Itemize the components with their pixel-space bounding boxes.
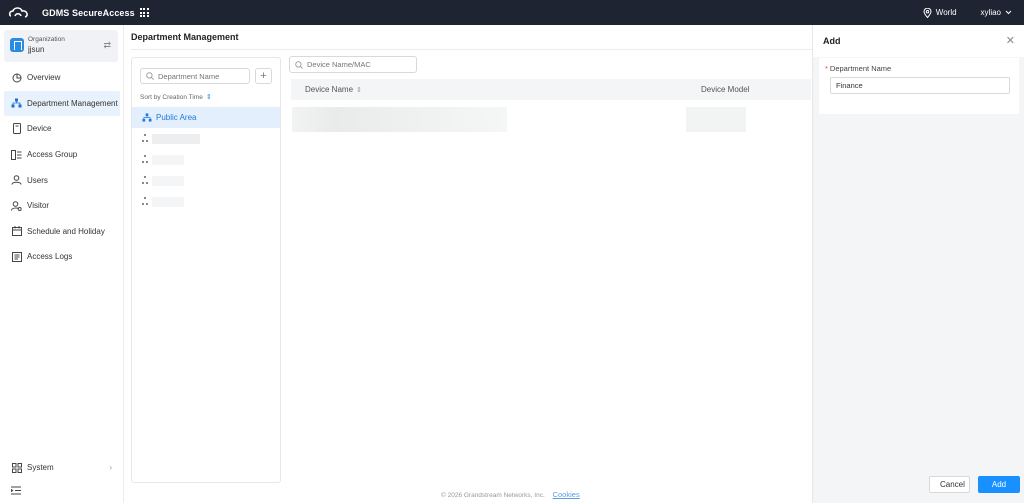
sidebar-item-visitor[interactable]: Visitor <box>0 193 124 219</box>
sidebar-item-department-management[interactable]: Department Management <box>4 90 120 117</box>
column-device-name[interactable]: Device Name ⇕ <box>305 85 362 94</box>
cancel-button[interactable]: Cancel <box>929 476 970 493</box>
system-grid-icon <box>11 462 22 473</box>
sidebar-item-access-logs[interactable]: Access Logs <box>0 244 124 270</box>
redacted-department-name <box>152 154 184 165</box>
add-department-drawer: Add ✕ *Department Name Cancel Add <box>812 25 1024 503</box>
access-group-icon <box>11 149 22 160</box>
users-icon <box>11 175 22 186</box>
organization-switcher[interactable]: Organization jjsun ⇄ <box>4 30 118 62</box>
chevron-down-icon <box>1005 10 1012 15</box>
logo-icon <box>8 6 28 18</box>
department-form: * Department Name <box>819 58 1019 114</box>
chevron-right-icon: › <box>109 463 112 473</box>
sidebar-item-users[interactable]: Users <box>0 167 124 193</box>
tree-item[interactable] <box>132 128 280 149</box>
region-label: World <box>935 8 957 17</box>
sidebar-item-label: Visitor <box>27 201 50 211</box>
column-device-model: Device Model <box>701 85 750 94</box>
sidebar-item-device[interactable]: Device <box>0 116 124 142</box>
tree-item[interactable] <box>132 170 280 191</box>
department-search-input[interactable] <box>158 71 248 81</box>
sort-control[interactable]: Sort by Creation Time ⇕ <box>140 93 212 102</box>
search-icon <box>295 60 303 69</box>
org-tree-icon <box>142 155 148 164</box>
organization-label: Organization <box>28 36 65 43</box>
page-title: Department Management <box>131 32 239 42</box>
collapse-sidebar-icon[interactable] <box>11 486 21 497</box>
drawer-footer: Cancel Add <box>813 466 1024 503</box>
device-icon <box>11 123 22 135</box>
tree-item[interactable] <box>132 191 280 212</box>
sidebar: Organization jjsun ⇄ Overview Department… <box>0 25 124 503</box>
calendar-icon <box>11 226 22 237</box>
redacted-device-name <box>292 107 507 132</box>
sidebar-item-label: Users <box>27 175 48 185</box>
sidebar-item-label: Device <box>27 124 52 134</box>
column-label: Device Name <box>305 85 354 94</box>
org-tree-icon <box>11 98 22 109</box>
tree-item-public-area[interactable]: Public Area <box>132 107 280 128</box>
copyright-text: © 2026 Grandstream Networks, Inc. <box>441 492 545 499</box>
sidebar-item-label: Department Management <box>27 98 118 108</box>
org-tree-icon <box>142 134 148 143</box>
sidebar-item-label: Schedule and Holiday <box>27 226 105 236</box>
logs-icon <box>11 251 22 262</box>
tree-item[interactable] <box>132 149 280 170</box>
chart-pie-icon <box>11 72 22 83</box>
region-selector[interactable]: World <box>923 7 957 18</box>
sidebar-item-schedule-and-holiday[interactable]: Schedule and Holiday <box>0 219 124 245</box>
search-icon <box>146 72 154 80</box>
apps-grid-icon[interactable] <box>139 8 149 17</box>
sidebar-item-label: Overview <box>27 73 61 83</box>
organization-name: jjsun <box>28 45 45 54</box>
sidebar-item-system[interactable]: System › <box>0 455 124 481</box>
org-tree-icon <box>142 197 148 206</box>
sidebar-item-access-group[interactable]: Access Group <box>0 142 124 168</box>
sort-arrows-icon: ⇕ <box>205 94 212 101</box>
sidebar-item-label: Access Group <box>27 150 78 160</box>
app-title: GDMS SecureAccess <box>42 7 135 18</box>
add-department-button[interactable]: + <box>255 68 272 84</box>
sidebar-nav: Overview Department Management Device Ac… <box>0 65 124 270</box>
drawer-header: Add ✕ <box>813 25 1024 57</box>
department-search[interactable] <box>140 68 250 84</box>
department-name-field[interactable] <box>830 77 1010 94</box>
sidebar-item-overview[interactable]: Overview <box>0 65 124 91</box>
sidebar-item-label: System <box>27 463 54 473</box>
redacted-department-name <box>152 133 200 144</box>
org-tree-icon <box>142 176 148 185</box>
sort-icon: ⇕ <box>356 86 362 94</box>
location-pin-icon <box>923 7 932 18</box>
department-name-label: * Department Name <box>825 64 891 73</box>
page-footer: © 2026 Grandstream Networks, Inc. Cookie… <box>441 490 580 499</box>
sort-label: Sort by Creation Time <box>140 93 203 101</box>
close-icon[interactable]: ✕ <box>1006 34 1015 47</box>
field-label-text: Department Name <box>829 64 892 73</box>
redacted-department-name <box>152 175 184 186</box>
redacted-device-model <box>686 107 746 132</box>
tree-item-label: Public Area <box>156 113 197 122</box>
drawer-title: Add <box>823 36 841 46</box>
top-bar: GDMS SecureAccess World xyliao <box>0 0 1024 25</box>
visitor-icon <box>11 200 22 211</box>
organization-icon <box>10 38 24 52</box>
org-tree-icon <box>142 113 152 122</box>
required-marker: * <box>825 64 828 73</box>
cookies-link[interactable]: Cookies <box>553 490 580 499</box>
device-search-input[interactable] <box>307 60 412 69</box>
switch-icon[interactable]: ⇄ <box>103 40 111 51</box>
department-tree-panel: + Sort by Creation Time ⇕ Public Area <box>131 57 281 483</box>
redacted-department-name <box>152 196 184 207</box>
device-search[interactable] <box>289 56 417 73</box>
sidebar-item-label: Access Logs <box>27 252 73 262</box>
user-menu[interactable]: xyliao <box>981 8 1012 17</box>
add-button[interactable]: Add <box>978 476 1020 493</box>
device-table-header: Device Name ⇕ Device Model <box>291 79 811 100</box>
username: xyliao <box>980 8 1001 17</box>
